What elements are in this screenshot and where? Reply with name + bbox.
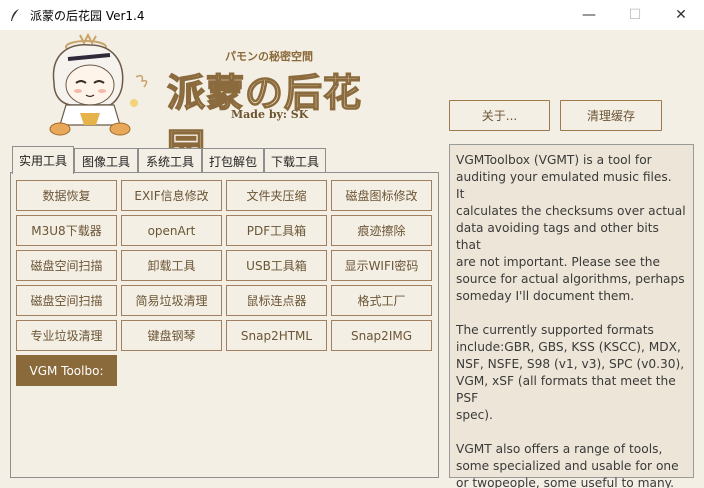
tool-button[interactable]: 显示WIFI密码 bbox=[331, 250, 432, 281]
app-logo: パモンの秘密空間 派蒙の后花园 Made by: SK bbox=[165, 44, 400, 171]
tab-image-tools[interactable]: 图像工具 bbox=[74, 148, 138, 174]
tool-button[interactable]: 简易垃圾清理 bbox=[121, 285, 222, 316]
minimize-button[interactable]: — bbox=[566, 0, 612, 30]
tool-button[interactable]: PDF工具箱 bbox=[226, 215, 327, 246]
window-controls: — ☐ ✕ bbox=[566, 0, 704, 30]
tool-button[interactable]: 磁盘图标修改 bbox=[331, 180, 432, 211]
tool-button[interactable]: EXIF信息修改 bbox=[121, 180, 222, 211]
vgm-toolbox-button[interactable]: VGM Toolbo: bbox=[16, 355, 117, 386]
close-button[interactable]: ✕ bbox=[658, 0, 704, 30]
tab-utility-tools[interactable]: 实用工具 bbox=[12, 146, 74, 174]
minimize-icon: — bbox=[582, 7, 596, 23]
tool-button[interactable]: 磁盘空间扫描 bbox=[16, 250, 117, 281]
tool-button[interactable]: Snap2IMG bbox=[331, 320, 432, 351]
maximize-icon: ☐ bbox=[628, 7, 642, 23]
tool-button[interactable]: 鼠标连点器 bbox=[226, 285, 327, 316]
tab-download-tools[interactable]: 下载工具 bbox=[264, 148, 326, 174]
tool-button[interactable]: 专业垃圾清理 bbox=[16, 320, 117, 351]
window-title: 派蒙の后花园 Ver1.4 bbox=[30, 8, 145, 23]
tab-system-tools[interactable]: 系统工具 bbox=[138, 148, 202, 174]
tool-button[interactable]: USB工具箱 bbox=[226, 250, 327, 281]
tool-button[interactable]: M3U8下载器 bbox=[16, 215, 117, 246]
close-icon: ✕ bbox=[675, 7, 687, 23]
tool-button[interactable]: 磁盘空间扫描 bbox=[16, 285, 117, 316]
tool-button[interactable]: 格式工厂 bbox=[331, 285, 432, 316]
clear-cache-button[interactable]: 清理缓存 bbox=[560, 100, 662, 131]
tool-description-panel[interactable]: VGMToolbox (VGMT) is a tool for auditing… bbox=[449, 144, 694, 488]
about-button[interactable]: 关于... bbox=[449, 100, 550, 131]
maximize-button[interactable]: ☐ bbox=[612, 0, 658, 30]
tool-button[interactable]: openArt bbox=[121, 215, 222, 246]
utility-tools-panel: 数据恢复 EXIF信息修改 文件夹压缩 磁盘图标修改 M3U8下载器 openA… bbox=[10, 172, 439, 478]
tool-button[interactable]: 卸载工具 bbox=[121, 250, 222, 281]
tool-button[interactable]: 键盘钢琴 bbox=[121, 320, 222, 351]
main-window: パモンの秘密空間 派蒙の后花园 Made by: SK 关于... 清理缓存 实… bbox=[0, 30, 704, 488]
logo-author: Made by: SK bbox=[231, 108, 309, 121]
paimon-mascot-icon bbox=[40, 32, 152, 137]
tab-pack-unpack[interactable]: 打包解包 bbox=[202, 148, 264, 174]
title-bar: 派蒙の后花园 Ver1.4 — ☐ ✕ bbox=[0, 0, 704, 30]
tool-button[interactable]: 文件夹压缩 bbox=[226, 180, 327, 211]
tab-bar: 实用工具 图像工具 系统工具 打包解包 下载工具 bbox=[12, 146, 326, 174]
tool-button[interactable]: Snap2HTML bbox=[226, 320, 327, 351]
tool-button[interactable]: 痕迹擦除 bbox=[331, 215, 432, 246]
feather-icon bbox=[8, 8, 22, 22]
tool-button[interactable]: 数据恢复 bbox=[16, 180, 117, 211]
